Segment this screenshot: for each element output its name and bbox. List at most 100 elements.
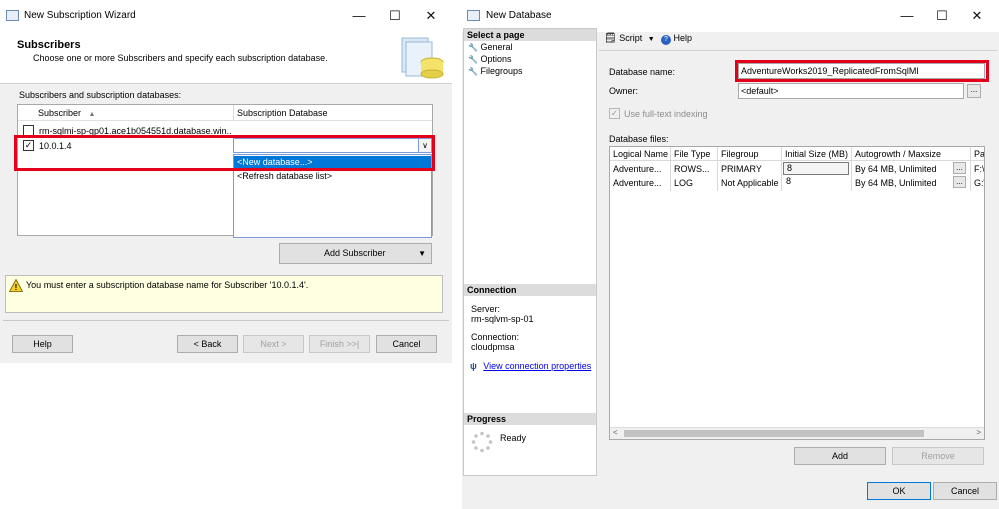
file-row-1-filegroup[interactable]: PRIMARY	[721, 164, 762, 174]
connection-field-label: Connection:	[471, 332, 520, 342]
toolbar-divider	[599, 50, 997, 51]
wizard-header-title: Subscribers	[17, 39, 81, 51]
wrench-icon: 🔧	[468, 43, 478, 52]
maximize-icon[interactable]: ☐	[927, 6, 957, 26]
next-button[interactable]: Next >	[243, 335, 304, 353]
column-header-logical-name[interactable]: Logical Name	[613, 149, 668, 159]
file-row-2-file-type[interactable]: LOG	[674, 178, 693, 188]
database-files-grid[interactable]: Logical Name File Type Filegroup Initial…	[609, 146, 985, 440]
file-row-2-autogrowth-browse[interactable]: ...	[953, 176, 966, 188]
connection-plug-icon: ψ	[470, 361, 477, 371]
file-row-1-logical-name[interactable]: Adventure...	[613, 164, 662, 174]
maximize-icon[interactable]: ☐	[380, 6, 410, 26]
wizard-header-subtitle: Choose one or more Subscribers and speci…	[33, 53, 328, 63]
warning-icon: !	[8, 278, 24, 292]
column-header-path[interactable]: Pa	[974, 149, 984, 159]
wizard-header: Subscribers Choose one or more Subscribe…	[0, 32, 452, 84]
minimize-icon[interactable]: —	[344, 6, 374, 26]
close-icon[interactable]: ✕	[962, 6, 992, 26]
newdb-app-icon	[467, 10, 480, 21]
minimize-icon[interactable]: —	[892, 6, 922, 26]
finish-button[interactable]: Finish >>|	[309, 335, 370, 353]
remove-file-button[interactable]: Remove	[892, 447, 984, 465]
files-col-divider	[781, 147, 782, 191]
view-connection-properties-link[interactable]: ψ View connection properties	[470, 361, 591, 371]
server-value: rm-sqlvm-sp-01	[471, 314, 534, 324]
file-row-1-autogrowth-browse[interactable]: ...	[953, 162, 966, 174]
help-button[interactable]: Help	[12, 335, 73, 353]
page-item-filegroups[interactable]: 🔧 Filegroups	[468, 66, 523, 76]
wrench-icon: 🔧	[468, 67, 478, 76]
files-col-divider	[717, 147, 718, 191]
files-col-divider	[851, 147, 852, 191]
newdb-toolbar: 🗒 Script ▼ ? Help	[599, 28, 999, 50]
connection-header: Connection	[464, 284, 596, 296]
script-icon: 🗒	[604, 33, 617, 44]
column-header-subscription-database[interactable]: Subscription Database	[237, 108, 328, 118]
dropdown-option-refresh-list[interactable]: <Refresh database list>	[237, 170, 332, 182]
connection-value: cloudpmsa	[471, 342, 515, 352]
column-header-initial-size[interactable]: Initial Size (MB)	[785, 149, 848, 159]
file-row-2-path[interactable]: G:\	[974, 178, 984, 188]
files-col-divider	[970, 147, 971, 191]
warning-text: You must enter a subscription database n…	[26, 280, 309, 290]
file-row-1-path[interactable]: F:\	[974, 164, 984, 174]
newdb-cancel-button[interactable]: Cancel	[933, 482, 997, 500]
new-database-window: New Database — ☐ ✕ Select a page 🔧 Gener…	[462, 0, 999, 509]
wizard-footer-divider	[3, 320, 449, 321]
scroll-right-icon[interactable]: >	[976, 428, 981, 437]
database-files-label: Database files:	[609, 134, 669, 144]
database-name-label: Database name:	[609, 67, 676, 77]
cancel-button[interactable]: Cancel	[376, 335, 437, 353]
fulltext-indexing-checkbox[interactable]: ✓	[609, 108, 620, 119]
scroll-left-icon[interactable]: <	[613, 428, 618, 437]
wrench-icon: 🔧	[468, 55, 478, 64]
subscription-wizard-window: New Subscription Wizard — ☐ ✕ Subscriber…	[0, 0, 452, 363]
back-button[interactable]: < Back	[177, 335, 238, 353]
highlight-box-database-name	[735, 60, 989, 82]
files-col-divider	[670, 147, 671, 191]
progress-header: Progress	[464, 413, 596, 425]
help-toolbar-button[interactable]: ? Help	[661, 33, 692, 45]
files-horizontal-scrollbar[interactable]: < >	[610, 427, 984, 439]
chevron-down-icon: ▼	[647, 36, 655, 43]
file-row-1-autogrowth[interactable]: By 64 MB, Unlimited	[855, 164, 937, 174]
page-item-options[interactable]: 🔧 Options	[468, 54, 512, 64]
column-header-autogrowth[interactable]: Autogrowth / Maxsize	[855, 149, 941, 159]
newdb-window-title: New Database	[486, 10, 552, 21]
close-icon[interactable]: ✕	[416, 6, 446, 26]
page-item-general[interactable]: 🔧 General	[468, 42, 513, 52]
help-icon: ?	[661, 35, 671, 45]
fulltext-indexing-label: Use full-text indexing	[624, 109, 708, 119]
add-file-button[interactable]: Add	[794, 447, 886, 465]
ok-button[interactable]: OK	[867, 482, 931, 500]
dropdown-arrow-icon: ▼	[418, 249, 426, 258]
wizard-title-bar: New Subscription Wizard — ☐ ✕	[0, 0, 452, 32]
server-label: Server:	[471, 304, 501, 314]
add-subscriber-button[interactable]: Add Subscriber ▼	[279, 243, 432, 264]
progress-status: Ready	[500, 433, 527, 443]
file-row-2-filegroup[interactable]: Not Applicable	[721, 178, 779, 188]
owner-browse-button[interactable]: ...	[967, 84, 981, 98]
column-header-filegroup[interactable]: Filegroup	[721, 149, 759, 159]
wizard-window-title: New Subscription Wizard	[24, 10, 136, 21]
owner-label: Owner:	[609, 86, 639, 96]
wizard-app-icon	[6, 10, 19, 21]
column-header-file-type[interactable]: File Type	[674, 149, 710, 159]
page-navigation-pane: Select a page 🔧 General 🔧 Options 🔧 File…	[463, 28, 597, 476]
sort-ascending-icon: ▲	[88, 111, 96, 118]
script-button[interactable]: 🗒 Script ▼	[604, 33, 655, 44]
scrollbar-thumb[interactable]	[624, 430, 924, 437]
file-row-2-initial-size[interactable]: 8	[783, 176, 849, 189]
highlight-box-subscriber-row	[14, 135, 435, 171]
file-row-2-logical-name[interactable]: Adventure...	[613, 178, 662, 188]
column-header-subscriber[interactable]: Subscriber ▲	[38, 108, 95, 118]
subscribers-section-label: Subscribers and subscription databases:	[19, 90, 182, 100]
warning-panel: ! You must enter a subscription database…	[5, 275, 443, 313]
owner-input[interactable]: <default>	[738, 83, 964, 99]
file-row-1-file-type[interactable]: ROWS...	[674, 164, 710, 174]
database-graphic-icon	[400, 36, 446, 82]
file-row-1-initial-size[interactable]: 8	[783, 162, 849, 175]
file-row-2-autogrowth[interactable]: By 64 MB, Unlimited	[855, 178, 937, 188]
grid-column-divider	[233, 105, 234, 120]
